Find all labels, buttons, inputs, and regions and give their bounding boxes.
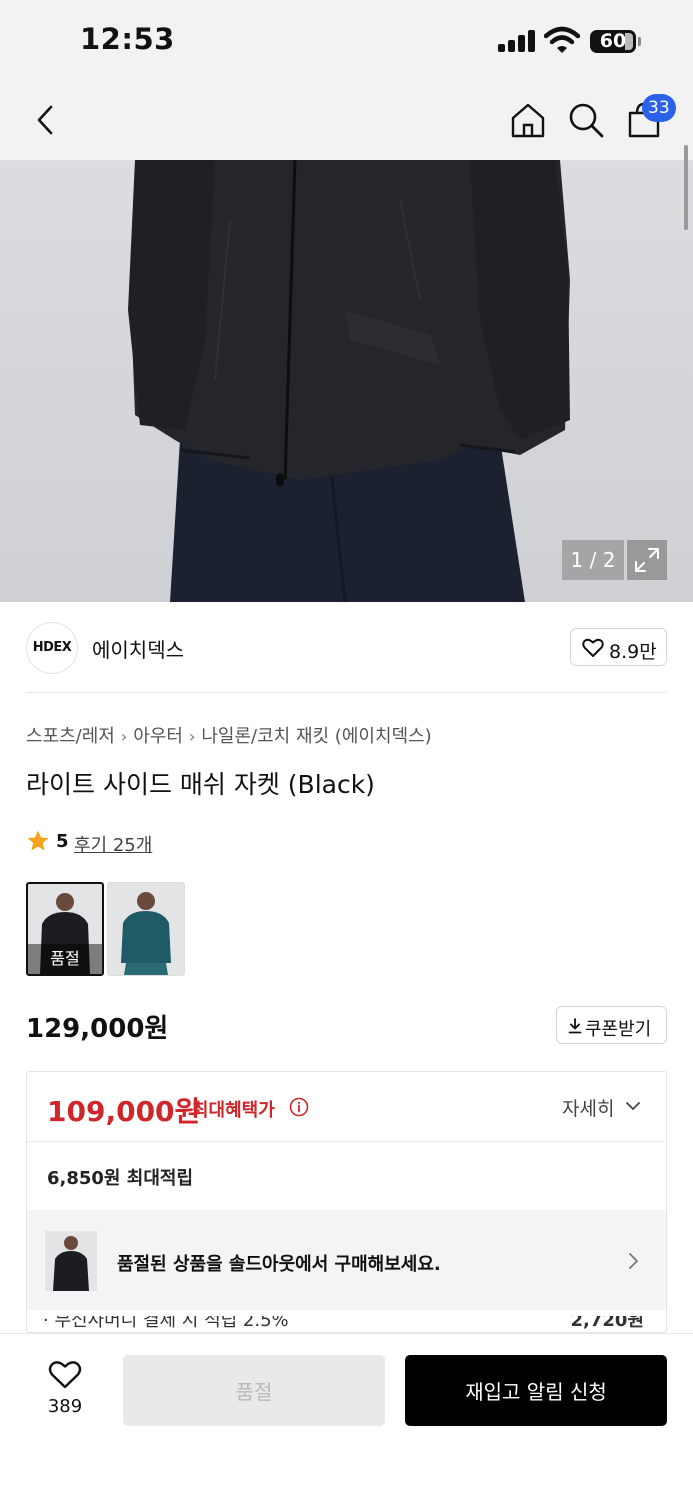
money-points-row: · 무신사머니 결제 시 적립 2.5% 2,720원 bbox=[27, 1316, 666, 1332]
battery-tip bbox=[638, 37, 641, 46]
wifi-icon bbox=[544, 26, 580, 53]
image-counter: 1 / 2 bbox=[562, 540, 624, 580]
heart-outline-icon bbox=[48, 1361, 82, 1389]
color-thumbnail-teal bbox=[121, 892, 171, 975]
top-nav-bar bbox=[0, 80, 693, 160]
product-image[interactable] bbox=[0, 160, 693, 602]
download-icon bbox=[568, 1018, 582, 1034]
money-points-value: 2,720원 bbox=[570, 1316, 645, 1331]
chevron-right-icon: › bbox=[120, 727, 128, 746]
color-option-black[interactable]: 품절 bbox=[26, 882, 104, 976]
star-icon bbox=[27, 830, 49, 851]
jacket-photo bbox=[128, 160, 570, 602]
info-icon[interactable] bbox=[289, 1097, 309, 1117]
max-benefit-label: 최대혜택가 bbox=[192, 1100, 275, 1121]
product-title: 라이트 사이드 매쉬 자켓 (Black) bbox=[26, 770, 375, 799]
restock-alert-button[interactable]: 재입고 알림 신청 bbox=[405, 1355, 667, 1426]
breadcrumb-item-outer[interactable]: 아우터 bbox=[133, 722, 183, 748]
original-price: 129,000원 bbox=[26, 1014, 169, 1044]
cellular-signal-icon bbox=[498, 30, 536, 52]
breadcrumb-item-jacket[interactable]: 나일론/코치 재킷 (에이치덱스) bbox=[201, 722, 431, 748]
details-toggle[interactable]: 자세히 bbox=[562, 1094, 614, 1121]
banner-thumbnail bbox=[45, 1231, 97, 1291]
status-bar: 12:53 60 bbox=[0, 0, 693, 80]
soldout-button: 품절 bbox=[123, 1355, 385, 1426]
chevron-right-icon: › bbox=[188, 727, 196, 746]
bottom-action-bar: 389 품절 재입고 알림 신청 bbox=[0, 1333, 693, 1500]
chevron-right-icon bbox=[629, 1253, 638, 1269]
divider bbox=[27, 1141, 666, 1142]
status-time: 12:53 bbox=[80, 22, 175, 56]
coupon-label: 쿠폰받기 bbox=[585, 1019, 652, 1040]
soldout-label: 품절 bbox=[28, 944, 102, 974]
money-points-label: · 무신사머니 결제 시 적립 2.5% bbox=[43, 1316, 289, 1331]
back-arrow-icon[interactable] bbox=[24, 98, 68, 142]
breadcrumb: 스포츠/레저 › 아우터 › 나일론/코치 재킷 (에이치덱스) bbox=[26, 722, 432, 748]
breadcrumb-item-sports[interactable]: 스포츠/레저 bbox=[26, 722, 115, 748]
cart-count-badge: 33 bbox=[642, 94, 676, 122]
home-icon[interactable] bbox=[506, 98, 550, 142]
coupon-download-button[interactable]: 쿠폰받기 bbox=[556, 1006, 667, 1044]
brand-logo[interactable]: HDEX bbox=[26, 622, 78, 674]
benefit-box: 109,000원 최대혜택가 자세히 6,850원 최대적립 품절된 상품을 솔… bbox=[26, 1071, 667, 1333]
heart-outline-icon bbox=[582, 638, 604, 657]
rating-score: 5 bbox=[56, 831, 69, 852]
battery-level: 60 bbox=[599, 30, 627, 52]
wishlist-count: 389 bbox=[47, 1396, 83, 1417]
divider bbox=[26, 692, 667, 693]
reviews-link[interactable]: 후기 25개 bbox=[74, 831, 152, 857]
soldout-banner[interactable]: 품절된 상품을 솔드아웃에서 구매해보세요. bbox=[27, 1210, 666, 1310]
brand-like-button[interactable]: 8.9만 bbox=[570, 628, 667, 666]
color-option-teal[interactable] bbox=[107, 882, 185, 976]
brand-like-count: 8.9만 bbox=[609, 641, 657, 663]
brand-name[interactable]: 에이치덱스 bbox=[92, 634, 184, 663]
scroll-indicator[interactable] bbox=[684, 145, 688, 230]
expand-icon[interactable] bbox=[627, 540, 667, 580]
search-icon[interactable] bbox=[564, 98, 608, 142]
max-points: 6,850원 최대적립 bbox=[47, 1168, 194, 1189]
chevron-down-icon[interactable] bbox=[625, 1100, 641, 1112]
sale-price: 109,000원 bbox=[47, 1095, 201, 1128]
soldout-banner-text: 품절된 상품을 솔드아웃에서 구매해보세요. bbox=[117, 1254, 441, 1275]
wishlist-button[interactable]: 389 bbox=[30, 1354, 100, 1424]
battery-icon: 60 bbox=[590, 30, 636, 53]
